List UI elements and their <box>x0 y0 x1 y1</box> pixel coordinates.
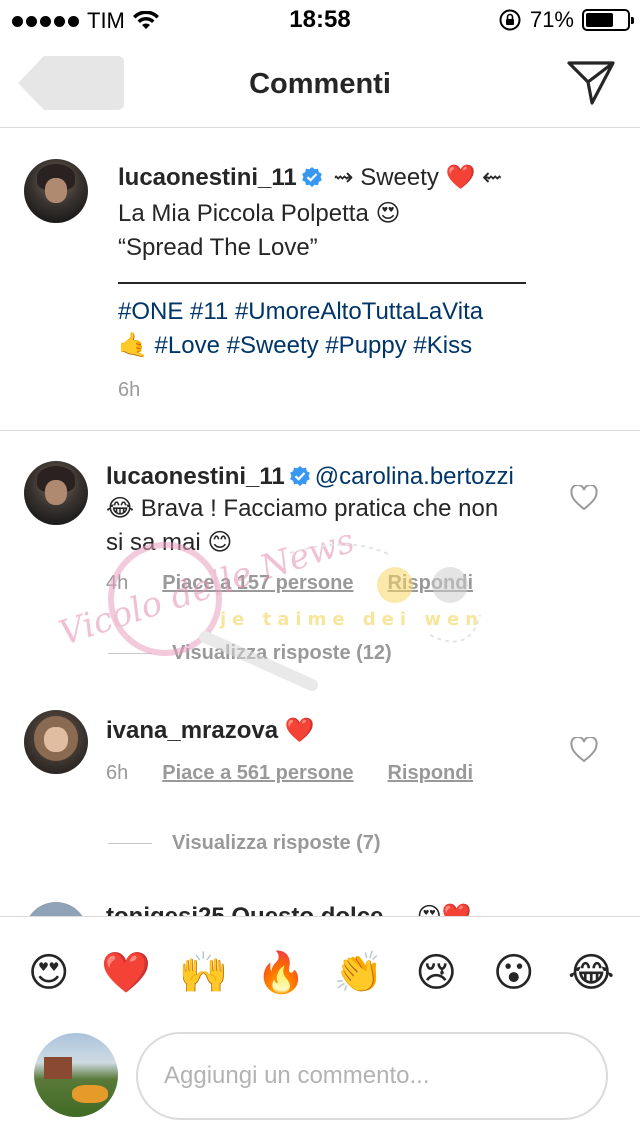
comment-username[interactable]: ivana_mrazova <box>106 717 278 744</box>
comment-composer <box>0 1028 640 1136</box>
comment-mention[interactable]: @carolina.bertozzi <box>315 463 514 490</box>
partial-comment-row: tonigesi25 Questo dolce ... 😍❤️ <box>0 900 640 916</box>
comment-1-line-2: 😂 Brava ! Facciamo pratica che non <box>106 495 499 522</box>
caption-time: 6h <box>118 379 141 401</box>
heart-eyes-emoji-button[interactable]: 😍 <box>19 948 79 998</box>
paper-plane-icon[interactable] <box>566 58 616 106</box>
caption-username[interactable]: lucaonestini_11 <box>118 164 297 191</box>
view-replies-button[interactable]: Visualizza risposte (7) <box>108 832 381 855</box>
caption-hashtags-2[interactable]: 🤙 #Love #Sweety #Puppy #Kiss <box>118 329 472 363</box>
comment-username[interactable]: lucaonestini_11 <box>106 463 285 490</box>
likes-link[interactable]: Piace a 561 persone <box>162 762 353 785</box>
caption-title: ⇝ Sweety ❤️ ⇜ <box>326 164 503 191</box>
caption-divider <box>118 282 526 284</box>
comment-1-line-3: si sa mai 😊 <box>106 529 233 556</box>
comment-2-meta: 6h Piace a 561 persone Rispondi <box>106 762 473 785</box>
comment-text: ❤️ <box>278 717 315 744</box>
comment-time: 4h <box>106 572 129 594</box>
comment-avatar[interactable] <box>24 710 88 774</box>
like-heart-icon[interactable] <box>570 485 598 511</box>
caption-line-1: lucaonestini_11 ⇝ Sweety ❤️ ⇜ <box>118 161 618 195</box>
avatar[interactable] <box>24 159 88 223</box>
reply-button[interactable]: Rispondi <box>387 762 473 785</box>
battery-icon <box>582 9 634 31</box>
comment-1-meta: 4h Piace a 157 persone Rispondi <box>106 572 473 595</box>
view-replies-button[interactable]: Visualizza risposte (12) <box>108 642 392 665</box>
caption-hashtags-2-text[interactable]: #Love #Sweety #Puppy #Kiss <box>148 332 473 359</box>
comment-avatar[interactable] <box>24 902 88 916</box>
comment-avatar[interactable] <box>24 461 88 525</box>
replies-divider <box>108 843 152 844</box>
my-avatar <box>34 1033 118 1117</box>
status-bar: TIM 18:58 71% <box>0 0 640 40</box>
partial-comment-text: tonigesi25 Questo dolce ... 😍❤️ <box>106 900 472 916</box>
comment-2-line-1: ivana_mrazova ❤️ <box>106 714 556 748</box>
call-me-hand-emoji: 🤙 <box>118 332 148 359</box>
surprised-emoji-button[interactable]: 😮 <box>484 948 544 998</box>
like-heart-icon[interactable] <box>570 737 598 763</box>
verified-badge-icon <box>301 167 322 187</box>
view-replies-label[interactable]: Visualizza risposte (7) <box>172 832 381 855</box>
raised-hands-emoji-button[interactable]: 🙌 <box>174 948 234 998</box>
verified-badge-icon <box>289 466 310 486</box>
red-heart-emoji-button[interactable]: ❤️ <box>96 948 156 998</box>
reply-button[interactable]: Rispondi <box>387 572 473 595</box>
battery-percent: 71% <box>529 7 574 32</box>
page-title: Commenti <box>249 68 391 100</box>
comment-time: 6h <box>106 762 129 784</box>
status-right: 71% <box>498 7 634 33</box>
fire-emoji-button[interactable]: 🔥 <box>251 948 311 998</box>
post-caption: lucaonestini_11 ⇝ Sweety ❤️ ⇜ La Mia Pic… <box>0 129 640 431</box>
rotation-lock-icon <box>499 9 521 31</box>
watermark-text-2: je taime dei wen <box>219 609 484 630</box>
tears-of-joy-emoji-button[interactable]: 😂 <box>561 948 621 998</box>
crying-emoji-button[interactable]: 😢 <box>406 948 466 998</box>
comment-1-line-1: lucaonestini_11 @carolina.bertozzi <box>106 460 556 494</box>
emoji-quick-bar: 😍 ❤️ 🙌 🔥 👏 😢 😮 😂 <box>0 916 640 1028</box>
replies-divider <box>108 653 152 654</box>
caption-line-3: “Spread The Love” <box>118 234 318 261</box>
caption-line-2: La Mia Piccola Polpetta 😍 <box>118 200 401 227</box>
view-replies-label[interactable]: Visualizza risposte (12) <box>172 642 392 665</box>
caption-hashtags-1[interactable]: #ONE #11 #UmoreAltoTuttaLaVita <box>118 295 483 329</box>
clapping-emoji-button[interactable]: 👏 <box>329 948 389 998</box>
navigation-bar: Commenti <box>0 40 640 128</box>
likes-link[interactable]: Piace a 157 persone <box>162 572 353 595</box>
comment-input[interactable] <box>136 1032 608 1120</box>
